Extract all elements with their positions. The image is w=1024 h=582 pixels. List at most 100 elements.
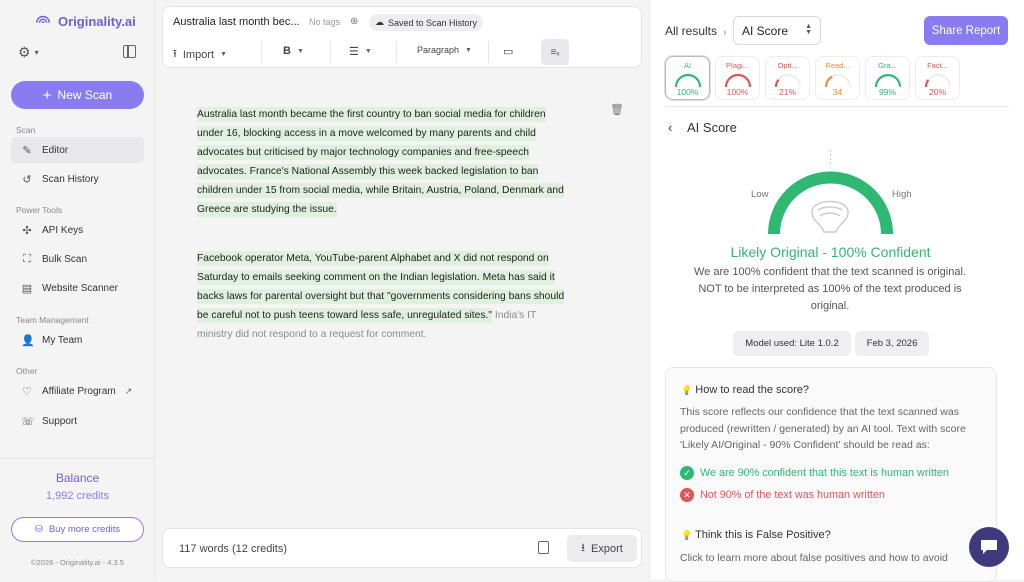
sidebar-item-label: Bulk Scan <box>42 253 88 265</box>
settings-menu[interactable]: ⚙ ▾ <box>18 44 39 61</box>
editor-toolbar: Australia last month bec... No tags ⊕ ☁ … <box>162 6 642 68</box>
section-title: AI Score <box>687 120 737 135</box>
sidebar-item-affiliate[interactable]: ♡ Affiliate Program ↗ <box>11 378 144 404</box>
check-no: ✕ Not 90% of the text was human written <box>680 488 885 502</box>
credits-value: 1,992 credits <box>46 490 109 502</box>
sidebar-item-website-scanner[interactable]: ▤ Website Scanner <box>11 275 144 301</box>
tab-name: Gra... <box>878 61 897 70</box>
trash-icon[interactable]: 🗑 <box>610 103 624 116</box>
sidebar-item-bulk-scan[interactable]: ⛶ Bulk Scan <box>11 246 144 272</box>
fp-title-text: Think this is False Positive? <box>695 529 831 541</box>
history-icon: ↺ <box>22 173 32 186</box>
select-value: AI Score <box>742 23 789 38</box>
clear-format-icon[interactable]: ≡ₓ <box>541 39 569 65</box>
chevron-right-icon: › <box>720 27 727 38</box>
sidebar-item-label: Website Scanner <box>42 282 118 294</box>
website-icon: ▤ <box>21 282 33 295</box>
align-button[interactable]: ☰ ▼ <box>349 45 372 58</box>
logo[interactable]: Originality.ai <box>34 12 136 30</box>
sidebar-item-label: Affiliate Program <box>42 385 116 397</box>
tab-name: AI <box>683 61 692 70</box>
verdict: Likely Original - 100% Confident <box>730 244 931 260</box>
sidebar-item-api-keys[interactable]: ✣ API Keys <box>11 217 144 243</box>
logo-text: Originality.ai <box>58 13 136 29</box>
low-label: Low <box>751 189 769 200</box>
paragraph-select[interactable]: Paragraph ▼ <box>417 45 472 55</box>
score-tab[interactable]: Opti... 21% <box>765 56 810 100</box>
paragraph-label: Paragraph <box>417 45 460 55</box>
chat-button[interactable] <box>969 527 1009 567</box>
sidebar-item-label: My Team <box>42 334 83 346</box>
all-results-link[interactable]: All results <box>665 24 717 38</box>
back-icon[interactable]: ‹ <box>668 120 672 135</box>
brain-logo-icon <box>35 15 51 24</box>
divider <box>261 41 262 63</box>
sidebar-item-support[interactable]: ☏ Support <box>11 408 144 434</box>
check-icon: ✓ <box>680 466 694 480</box>
score-type-select[interactable]: AI Score ▲ ▼ <box>733 16 821 45</box>
balance-label: Balance <box>55 471 100 485</box>
score-tab[interactable]: AI 100% <box>665 56 710 100</box>
how-to-read-card: 💡 How to read the score? This score refl… <box>665 367 997 582</box>
share-report-button[interactable]: Share Report <box>924 16 1008 45</box>
database-icon: ⛁ <box>34 524 43 535</box>
copy-icon[interactable] <box>538 541 549 554</box>
upload-icon: ⭱ <box>173 48 177 60</box>
import-button[interactable]: ⭱ Import ▼ <box>173 45 227 64</box>
brain-icon <box>811 200 849 233</box>
bulk-scan-icon: ⛶ <box>23 252 31 265</box>
chevron-down-icon: ▼ <box>296 47 304 55</box>
new-scan-label: New Scan <box>57 88 113 102</box>
import-label: Import <box>182 48 215 61</box>
tab-name: Fact... <box>927 61 948 70</box>
calendar-icon[interactable]: ▭ <box>503 45 513 58</box>
export-label: Export <box>591 542 623 555</box>
ai-score-gauge <box>768 150 893 235</box>
tab-name: Opti... <box>777 61 798 70</box>
score-tab[interactable]: Gra... 99% <box>865 56 910 100</box>
breadcrumb[interactable]: All results › <box>665 24 726 38</box>
score-tab[interactable]: Read... 34 <box>815 56 860 100</box>
download-icon: ⭳ <box>581 542 586 554</box>
score-tab[interactable]: Plagi... 100% <box>715 56 760 100</box>
how-to-read-text: This score reflects our confidence that … <box>680 406 966 451</box>
paragraph-1: Australia last month became the first co… <box>197 107 564 217</box>
cloud-icon: ☁ <box>375 17 384 27</box>
divider <box>396 41 397 63</box>
new-scan-button[interactable]: + New Scan <box>11 81 144 109</box>
pencil-icon: ✎ <box>22 144 32 157</box>
export-button[interactable]: ⭳ Export <box>567 535 637 562</box>
document-title[interactable]: Australia last month bec... <box>173 16 299 28</box>
user-add-icon: 👤 <box>21 334 35 347</box>
sidebar-item-my-team[interactable]: 👤 My Team <box>11 327 144 353</box>
gear-icon: ⚙ <box>18 44 31 60</box>
no-tags-label: No tags <box>309 17 341 27</box>
document-body[interactable]: Australia last month became the first co… <box>197 105 565 374</box>
tab-name: Plagi... <box>726 61 749 70</box>
external-link-icon: ↗ <box>124 385 133 396</box>
plus-icon: + <box>42 86 52 104</box>
add-tag-icon[interactable]: ⊕ <box>350 16 358 27</box>
heart-icon: ♡ <box>22 385 32 398</box>
verdict-description: We are 100% confident that the text scan… <box>694 266 966 312</box>
score-tab[interactable]: Fact... 20% <box>915 56 960 100</box>
align-left-icon: ☰ <box>349 46 359 58</box>
word-count: 117 words (12 credits) <box>179 543 288 555</box>
editor-footer: 117 words (12 credits) ⭳ Export <box>162 528 642 568</box>
saved-status-badge: ☁ Saved to Scan History <box>369 14 484 31</box>
section-power-tools: Power Tools <box>16 205 63 215</box>
chevron-down-icon: ▾ <box>34 48 39 57</box>
updown-icon: ▲ ▼ <box>805 23 812 36</box>
divider <box>0 458 155 459</box>
sidebar-item-label: Support <box>42 415 78 427</box>
collapse-sidebar-icon[interactable] <box>123 45 136 58</box>
model-chip: Model used: Lite 1.0.2 <box>733 331 851 356</box>
sidebar-item-editor[interactable]: ✎ Editor <box>11 137 144 163</box>
sidebar-item-scan-history[interactable]: ↺ Scan History <box>11 166 144 192</box>
bold-button[interactable]: B ▼ <box>283 45 304 57</box>
buy-more-credits-button[interactable]: ⛁ Buy more credits <box>11 517 144 542</box>
saved-label: Saved to Scan History <box>388 17 478 28</box>
chevron-down-icon: ▼ <box>364 48 372 55</box>
false-positive-text[interactable]: Click to learn more about false positive… <box>680 550 990 567</box>
sidebar-item-label: Editor <box>42 144 69 156</box>
